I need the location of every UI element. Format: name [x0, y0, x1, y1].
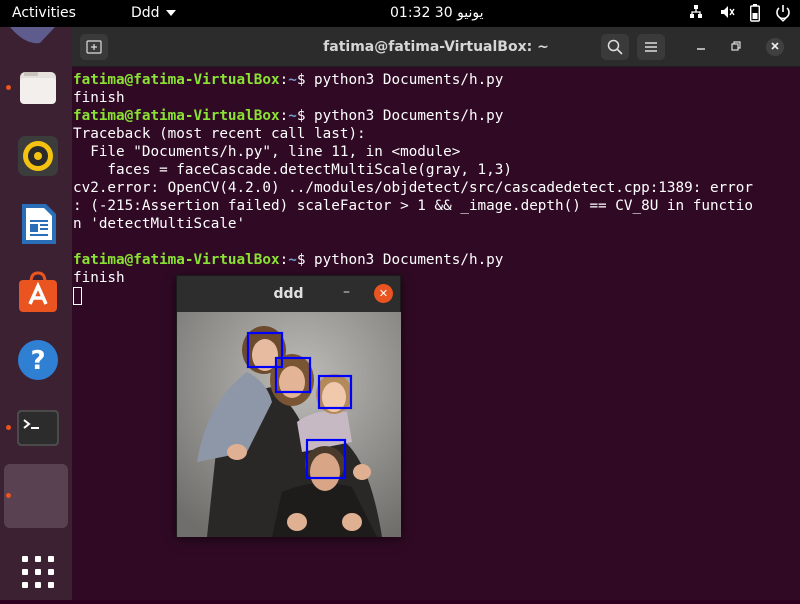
prompt-suffix: $: [296, 108, 315, 124]
image-window-title: ddd: [273, 286, 304, 302]
command-text: python3 Documents/h.py: [314, 72, 504, 88]
activities-button[interactable]: Activities: [12, 5, 76, 21]
document-icon: [22, 204, 56, 244]
prompt-path: ~: [288, 108, 297, 124]
hamburger-menu-icon: [645, 42, 657, 52]
prompt-user-host: fatima@fatima-VirtualBox: [73, 72, 280, 88]
top-bar: Activities Ddd 01:32 يونيو 30: [0, 0, 800, 27]
image-window[interactable]: ddd – ✕: [176, 275, 401, 537]
terminal-output[interactable]: fatima@fatima-VirtualBox:~$ python3 Docu…: [73, 71, 793, 305]
app-menu-label: Ddd: [131, 5, 160, 21]
running-indicator: [6, 425, 11, 430]
power-icon[interactable]: [774, 2, 792, 26]
search-button[interactable]: [601, 34, 629, 60]
app-menu[interactable]: Ddd: [131, 5, 176, 21]
dock-item-ddd-window[interactable]: [4, 464, 68, 528]
clock[interactable]: 01:32 يونيو 30: [390, 5, 484, 21]
prompt-line: fatima@fatima-VirtualBox:~$ python3 Docu…: [73, 71, 793, 89]
dock-item-help[interactable]: ?: [4, 328, 68, 392]
prompt-user-host: fatima@fatima-VirtualBox: [73, 252, 280, 268]
image-window-minimize-button[interactable]: –: [343, 284, 350, 300]
detected-faces-photo: [177, 312, 401, 537]
prompt-path: ~: [288, 252, 297, 268]
minimize-icon: [697, 48, 705, 50]
show-applications-button[interactable]: [4, 540, 68, 604]
prompt-line: fatima@fatima-VirtualBox:~$ python3 Docu…: [73, 251, 793, 269]
command-text: python3 Documents/h.py: [314, 252, 504, 268]
running-indicator: [6, 85, 11, 90]
svg-text:?: ?: [30, 346, 45, 376]
dock-item-terminal[interactable]: [4, 396, 68, 460]
dock-item-files[interactable]: [4, 56, 68, 120]
menu-button[interactable]: [637, 34, 665, 60]
prompt-user-host: fatima@fatima-VirtualBox: [73, 108, 280, 124]
restore-icon: [731, 41, 741, 51]
text-cursor: [73, 287, 82, 305]
blank-window-icon: [16, 474, 60, 518]
prompt-colon: :: [279, 108, 289, 124]
prompt-path: ~: [288, 72, 297, 88]
output-line: faces = faceCascade.detectMultiScale(gra…: [73, 162, 512, 178]
dock-item-software[interactable]: [4, 260, 68, 324]
prompt-suffix: $: [296, 72, 315, 88]
output-line: File "Documents/h.py", line 11, in <modu…: [73, 144, 461, 160]
output-line: cv2.error: OpenCV(4.2.0) ../modules/objd…: [73, 180, 753, 196]
running-indicator: [6, 493, 11, 498]
output-line: finish: [73, 90, 125, 106]
search-icon: [607, 39, 623, 55]
maximize-button[interactable]: [727, 38, 745, 56]
battery-icon[interactable]: [749, 4, 761, 26]
output-line: n 'detectMultiScale': [73, 216, 246, 232]
dock-partial-icon: [10, 27, 55, 44]
terminal-title: fatima@fatima-VirtualBox: ~: [323, 39, 549, 55]
command-text: python3 Documents/h.py: [314, 108, 504, 124]
prompt-colon: :: [279, 252, 289, 268]
dock-item-rhythmbox[interactable]: [4, 124, 68, 188]
prompt-suffix: $: [296, 252, 315, 268]
output-line: : (-215:Assertion failed) scaleFactor > …: [73, 198, 753, 214]
prompt-line: fatima@fatima-VirtualBox:~$ python3 Docu…: [73, 107, 793, 125]
image-window-header[interactable]: ddd – ✕: [177, 276, 400, 312]
shopping-bag-icon: [19, 271, 57, 312]
dock: ?: [0, 27, 72, 600]
close-icon: [771, 42, 779, 50]
folder-icon: [20, 72, 56, 104]
help-icon: ?: [18, 340, 58, 380]
chevron-down-icon: [165, 10, 176, 16]
close-button[interactable]: [766, 38, 784, 56]
output-line: Traceback (most recent call last):: [73, 126, 366, 142]
speaker-icon: [18, 136, 58, 176]
prompt-colon: :: [279, 72, 289, 88]
volume-icon[interactable]: [720, 4, 736, 24]
minimize-button[interactable]: [692, 38, 710, 56]
terminal-header-bar[interactable]: fatima@fatima-VirtualBox: ~: [72, 27, 800, 67]
terminal-icon: [17, 410, 59, 446]
image-window-close-button[interactable]: ✕: [374, 284, 393, 303]
app-grid-icon: [22, 556, 54, 588]
network-icon[interactable]: [689, 4, 703, 24]
dock-item-writer[interactable]: [4, 192, 68, 256]
